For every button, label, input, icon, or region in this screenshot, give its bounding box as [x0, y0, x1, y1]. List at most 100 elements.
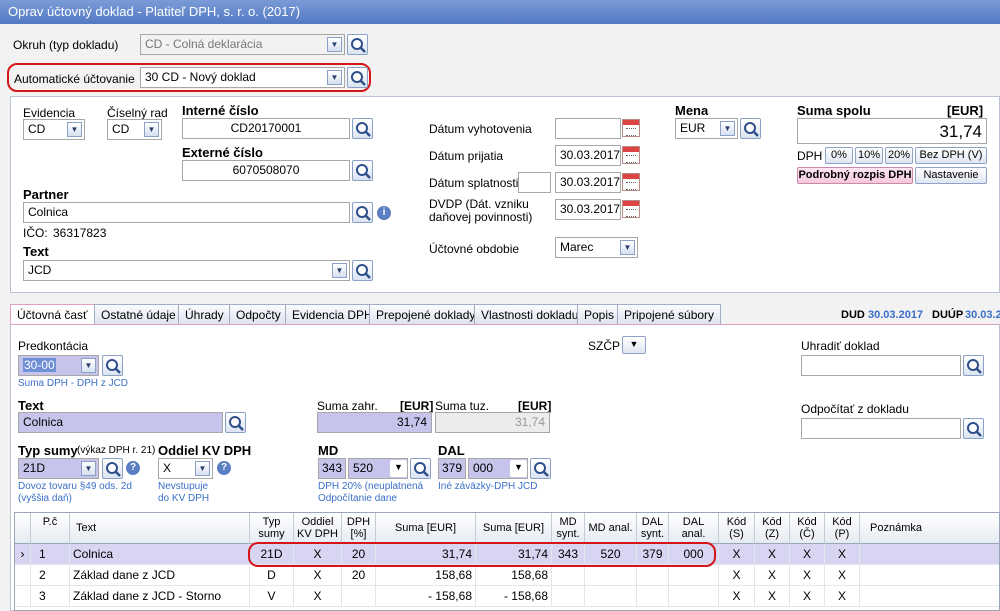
search-icon[interactable]	[963, 418, 984, 439]
bez-dph-button[interactable]: Bez DPH (V)	[915, 147, 987, 164]
tab-odpocty[interactable]: Odpočty	[229, 304, 288, 324]
grid-cell[interactable]: X	[790, 565, 825, 586]
grid-header-poznamka[interactable]: Poznámka	[860, 513, 999, 544]
grid-cell[interactable]: V	[250, 586, 294, 607]
chevron-down-icon[interactable]: ▼	[390, 460, 407, 477]
oddiel-dropdown[interactable]: X ▼	[158, 458, 213, 479]
grid-cell[interactable]: - 158,68	[476, 586, 552, 607]
search-icon[interactable]	[530, 458, 551, 479]
grid-cell[interactable]: - 158,68	[376, 586, 476, 607]
auto-dropdown[interactable]: 30 CD - Nový doklad ▼	[140, 67, 345, 88]
search-icon[interactable]	[347, 67, 368, 88]
grid-cell[interactable]: X	[790, 586, 825, 607]
grid-cell[interactable]: X	[790, 544, 825, 565]
row-indicator[interactable]	[15, 565, 31, 586]
grid-cell[interactable]: X	[719, 565, 755, 586]
nastavenie-button[interactable]: Nastavenie	[915, 167, 987, 184]
grid-cell[interactable]: 1	[31, 544, 70, 565]
okruh-dropdown[interactable]: CD - Colná deklarácia ▼	[140, 34, 345, 55]
grid-cell[interactable]	[860, 565, 999, 586]
dph-10-button[interactable]: 10%	[855, 147, 883, 164]
tab-prepojene-doklady[interactable]: Prepojené doklady	[369, 304, 483, 324]
grid-cell[interactable]	[669, 565, 719, 586]
grid-cell[interactable]: D	[250, 565, 294, 586]
grid-cell[interactable]: 3	[31, 586, 70, 607]
evidencia-dropdown[interactable]: CD ▼	[23, 119, 85, 140]
grid-header-md-anal[interactable]: MD anal.	[585, 513, 637, 544]
mena-dropdown[interactable]: EUR ▼	[675, 118, 738, 139]
help-icon[interactable]: ?	[217, 461, 231, 475]
grid-cell[interactable]: X	[294, 565, 342, 586]
search-icon[interactable]	[102, 355, 123, 376]
suma-spolu-input[interactable]: 31,74	[797, 118, 987, 144]
grid-header-text-col[interactable]: Text	[70, 513, 250, 544]
grid-cell[interactable]: 158,68	[476, 565, 552, 586]
search-icon[interactable]	[225, 412, 246, 433]
grid-header-kod-c[interactable]: Kód (Č)	[790, 513, 825, 544]
dat-spl-input[interactable]: 30.03.2017	[555, 172, 621, 193]
search-icon[interactable]	[963, 355, 984, 376]
chevron-down-icon[interactable]: ▼	[510, 460, 527, 477]
dat-spl-days-input[interactable]	[518, 172, 551, 193]
calendar-icon[interactable]	[622, 119, 640, 137]
grid-cell[interactable]: X	[755, 544, 790, 565]
predkont-dropdown[interactable]: 30-00 ▼	[18, 355, 99, 376]
dvdp-input[interactable]: 30.03.2017	[555, 199, 621, 220]
grid-cell[interactable]	[585, 586, 637, 607]
grid-cell[interactable]: X	[719, 544, 755, 565]
grid-cell[interactable]: X	[755, 586, 790, 607]
calendar-icon[interactable]	[622, 200, 640, 218]
grid-header-dal-anal[interactable]: DAL anal.	[669, 513, 719, 544]
grid-cell[interactable]	[669, 586, 719, 607]
search-icon[interactable]	[352, 202, 373, 223]
odpocitat-input[interactable]	[801, 418, 961, 439]
grid-cell[interactable]: X	[755, 565, 790, 586]
uhradit-input[interactable]	[801, 355, 961, 376]
grid-cell[interactable]: X	[294, 586, 342, 607]
grid-header-typ[interactable]: Typ sumy	[250, 513, 294, 544]
text-dropdown[interactable]: JCD ▼	[23, 260, 350, 281]
suma-zahr-input[interactable]: 31,74	[317, 412, 432, 433]
grid-cell[interactable]: 2	[31, 565, 70, 586]
md-synt-input[interactable]: 343	[318, 458, 346, 479]
grid-cell[interactable]: 158,68	[376, 565, 476, 586]
grid-header-md-synt[interactable]: MD synt.	[552, 513, 585, 544]
grid-cell[interactable]	[552, 565, 585, 586]
grid-header-dph[interactable]: DPH [%]	[342, 513, 376, 544]
grid-header-suma-zahr[interactable]: Suma [EUR]	[376, 513, 476, 544]
detail-text-input[interactable]: Colnica	[18, 412, 223, 433]
grid-cell[interactable]: 20	[342, 565, 376, 586]
dph-0-button[interactable]: 0%	[825, 147, 853, 164]
search-icon[interactable]	[352, 118, 373, 139]
search-icon[interactable]	[410, 458, 431, 479]
grid-cell[interactable]: Základ dane z JCD	[70, 565, 250, 586]
grid-header-suma-tuz[interactable]: Suma [EUR]	[476, 513, 552, 544]
dat-prij-input[interactable]: 30.03.2017	[555, 145, 621, 166]
suma-tuz-input[interactable]: 31,74	[435, 412, 550, 433]
grid-cell[interactable]: Základ dane z JCD - Storno	[70, 586, 250, 607]
grid-cell[interactable]: X	[719, 586, 755, 607]
podrobny-rozpis-button[interactable]: Podrobný rozpis DPH	[797, 167, 913, 184]
grid-cell[interactable]	[637, 586, 669, 607]
tab-uctovna-cast[interactable]: Účtovná časť	[10, 304, 95, 325]
grid-cell[interactable]: Colnica	[70, 544, 250, 565]
typ-dropdown[interactable]: 21D ▼	[18, 458, 99, 479]
grid-cell[interactable]: X	[825, 544, 860, 565]
rad-dropdown[interactable]: CD ▼	[107, 119, 162, 140]
search-icon[interactable]	[102, 458, 123, 479]
tab-evidencia-dph[interactable]: Evidencia DPH	[285, 304, 380, 324]
help-icon[interactable]: ?	[126, 461, 140, 475]
tab-vlastnosti-dokladu[interactable]: Vlastnosti dokladu	[474, 304, 586, 324]
dal-synt-input[interactable]: 379	[438, 458, 466, 479]
partner-input[interactable]: Colnica	[23, 202, 350, 223]
search-icon[interactable]	[347, 34, 368, 55]
tab-uhrady[interactable]: Úhrady	[178, 304, 231, 324]
szcp-dropdown-button[interactable]: ▼	[622, 336, 646, 354]
dph-20-button[interactable]: 20%	[885, 147, 913, 164]
row-indicator[interactable]	[15, 586, 31, 607]
grid-cell[interactable]	[637, 565, 669, 586]
grid-cell[interactable]	[552, 586, 585, 607]
grid-cell[interactable]: X	[825, 586, 860, 607]
calendar-icon[interactable]	[622, 173, 640, 191]
search-icon[interactable]	[352, 160, 373, 181]
